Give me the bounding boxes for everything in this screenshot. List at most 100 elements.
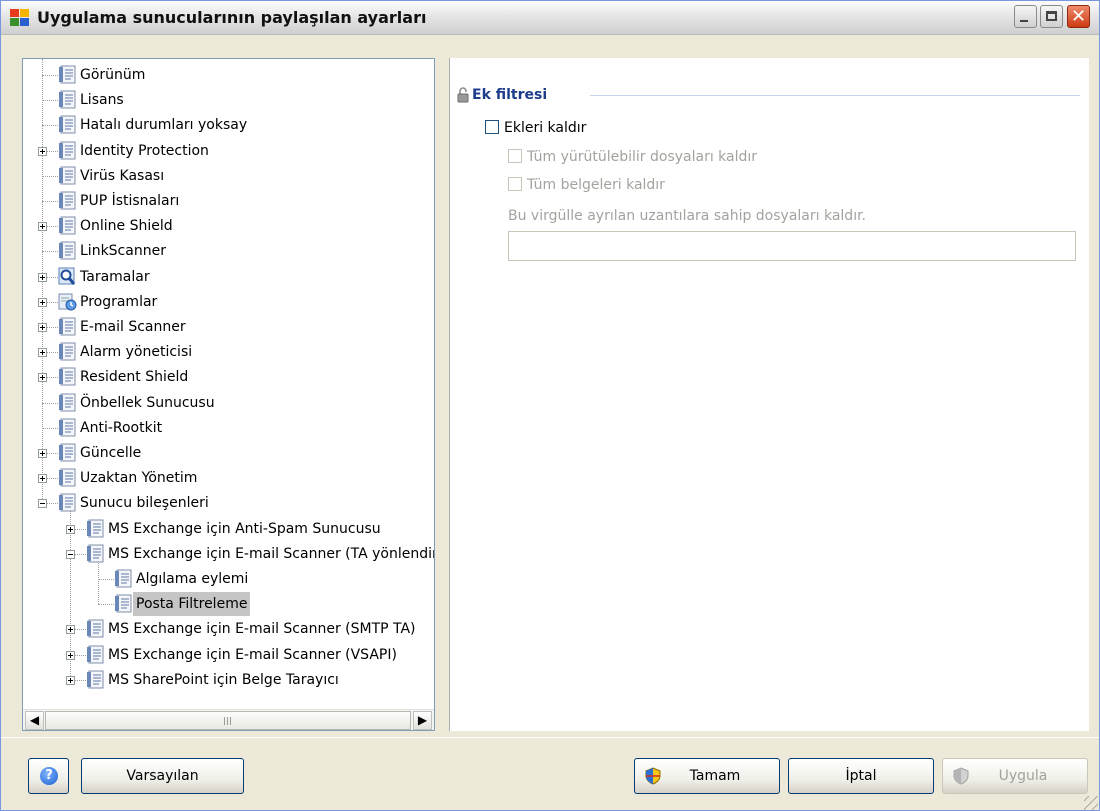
document-list-icon — [58, 241, 77, 261]
help-button[interactable]: ? — [28, 758, 69, 794]
remove-executables-label: Tüm yürütülebilir dosyaları kaldır — [527, 149, 758, 165]
checkbox-box[interactable] — [508, 149, 522, 163]
tree-item[interactable]: Online Shield — [23, 214, 434, 238]
checkbox-box[interactable] — [485, 120, 499, 134]
tree-branch-line — [42, 175, 58, 177]
tree-item[interactable]: Uzaktan Yönetim — [23, 466, 434, 490]
schedule-clock-icon — [58, 292, 77, 312]
panel-splitter[interactable] — [436, 58, 448, 731]
tree-item[interactable]: Önbellek Sunucusu — [23, 391, 434, 415]
tree-item[interactable]: Alarm yöneticisi — [23, 340, 434, 364]
tree-item-label: MS Exchange için E-mail Scanner (SMTP TA… — [108, 621, 416, 638]
tree-branch-line — [42, 75, 58, 76]
tree-item[interactable]: Virüs Kasası — [23, 164, 434, 188]
expand-icon[interactable] — [38, 297, 47, 307]
apply-label: Uygula — [998, 768, 1048, 784]
tree-item[interactable]: Anti-Rootkit — [23, 416, 434, 440]
tree-item[interactable]: Sunucu bileşenleri — [23, 491, 434, 515]
grip-icon — [224, 717, 233, 725]
tree-item-label: Görünüm — [80, 67, 146, 83]
document-list-icon — [58, 191, 77, 211]
document-list-icon — [58, 493, 77, 513]
extensions-label: Bu virgülle ayrılan uzantılara sahip dos… — [508, 208, 866, 224]
group-divider — [590, 95, 1080, 96]
document-list-icon — [58, 141, 77, 161]
defaults-button[interactable]: Varsayılan — [81, 758, 244, 794]
document-list-icon — [58, 317, 77, 337]
tree-scroll-area: Görünüm Lisans Hatalı durumları yoksay Iden… — [23, 59, 434, 709]
expand-icon[interactable] — [38, 348, 47, 358]
collapse-icon[interactable] — [38, 499, 47, 509]
expand-icon[interactable] — [38, 474, 47, 484]
expand-icon[interactable] — [38, 449, 47, 458]
checkbox-box[interactable] — [508, 177, 522, 191]
tree-item[interactable]: PUP İstisnaları — [23, 189, 434, 213]
tree-item[interactable]: MS Exchange için E-mail Scanner (SMTP TA… — [23, 617, 434, 641]
document-list-icon — [58, 393, 77, 413]
tree-item[interactable]: E-mail Scanner — [23, 315, 434, 339]
tree-item-label: Online Shield — [80, 218, 173, 235]
tree-item[interactable]: MS Exchange için E-mail Scanner (TA yönl… — [23, 542, 434, 566]
tree-item[interactable]: MS Exchange için Anti-Spam Sunucusu — [23, 517, 434, 541]
tree-item-label: Posta Filtreleme — [133, 592, 251, 617]
cancel-label: İptal — [845, 768, 877, 784]
ok-button[interactable]: Tamam — [634, 758, 780, 794]
document-list-icon — [58, 443, 77, 463]
scroll-thumb[interactable] — [45, 711, 411, 730]
tree-item[interactable]: Görünüm — [23, 63, 434, 87]
expand-icon[interactable] — [38, 323, 47, 332]
tree-branch-line — [42, 427, 58, 429]
tree-item[interactable]: Lisans — [23, 88, 434, 112]
close-icon: ✕ — [1070, 6, 1087, 27]
resize-grip-icon[interactable] — [1084, 796, 1098, 810]
scroll-left-button[interactable]: ◀ — [25, 711, 44, 730]
horizontal-scrollbar[interactable]: ◀ ▶ — [23, 709, 434, 730]
tree-item[interactable]: Resident Shield — [23, 365, 434, 389]
expand-icon[interactable] — [38, 222, 47, 232]
close-button[interactable]: ✕ — [1067, 5, 1090, 28]
title-bar[interactable]: Uygulama sunucularının paylaşılan ayarla… — [1, 1, 1099, 35]
document-list-icon — [58, 65, 77, 85]
collapse-icon[interactable] — [66, 549, 75, 559]
document-list-icon — [58, 166, 77, 186]
document-list-icon — [58, 468, 77, 488]
expand-icon[interactable] — [38, 373, 47, 383]
tree-item[interactable]: Algılama eylemi — [23, 567, 434, 591]
tree-item-label: Taramalar — [80, 268, 150, 285]
minimize-button[interactable] — [1014, 5, 1037, 28]
expand-icon[interactable] — [66, 650, 75, 660]
tree-item[interactable]: MS SharePoint için Belge Tarayıcı — [23, 668, 434, 692]
avg-app-icon — [10, 9, 29, 26]
extensions-input[interactable] — [508, 231, 1076, 261]
settings-tree[interactable]: Görünüm Lisans Hatalı durumları yoksay Iden… — [22, 58, 435, 731]
document-list-icon — [86, 519, 105, 539]
tree-item[interactable]: Identity Protection — [23, 139, 434, 163]
document-list-icon — [58, 90, 77, 110]
tree-branch-line — [42, 251, 58, 253]
apply-button[interactable]: Uygula — [942, 758, 1088, 794]
maximize-button[interactable] — [1040, 5, 1063, 28]
tree-item[interactable]: Posta Filtreleme — [23, 592, 434, 617]
tree-item[interactable]: MS Exchange için E-mail Scanner (VSAPI) — [23, 643, 434, 667]
tree-item[interactable]: Programlar — [23, 290, 434, 314]
tree-item-label: MS Exchange için E-mail Scanner (VSAPI) — [108, 646, 397, 663]
tree-item[interactable]: Hatalı durumları yoksay — [23, 113, 434, 137]
document-list-icon — [86, 619, 105, 639]
scroll-right-button[interactable]: ▶ — [413, 711, 432, 730]
expand-icon[interactable] — [38, 272, 47, 282]
tree-item[interactable]: Taramalar — [23, 265, 434, 289]
tree-item-label: Resident Shield — [80, 369, 189, 386]
cancel-button[interactable]: İptal — [788, 758, 934, 794]
expand-icon[interactable] — [38, 146, 47, 156]
settings-window: Uygulama sunucularının paylaşılan ayarla… — [0, 0, 1100, 811]
tree-branch-line — [98, 579, 114, 580]
tree-item-label: Alarm yöneticisi — [80, 344, 193, 361]
tree-branch-line — [42, 100, 58, 102]
tree-item[interactable]: Güncelle — [23, 441, 434, 465]
expand-icon[interactable] — [66, 675, 75, 685]
expand-icon[interactable] — [66, 625, 75, 635]
tree-item-label: Sunucu bileşenleri — [80, 495, 209, 512]
expand-icon[interactable] — [66, 524, 75, 534]
document-list-icon — [114, 569, 133, 589]
tree-item[interactable]: LinkScanner — [23, 239, 434, 263]
